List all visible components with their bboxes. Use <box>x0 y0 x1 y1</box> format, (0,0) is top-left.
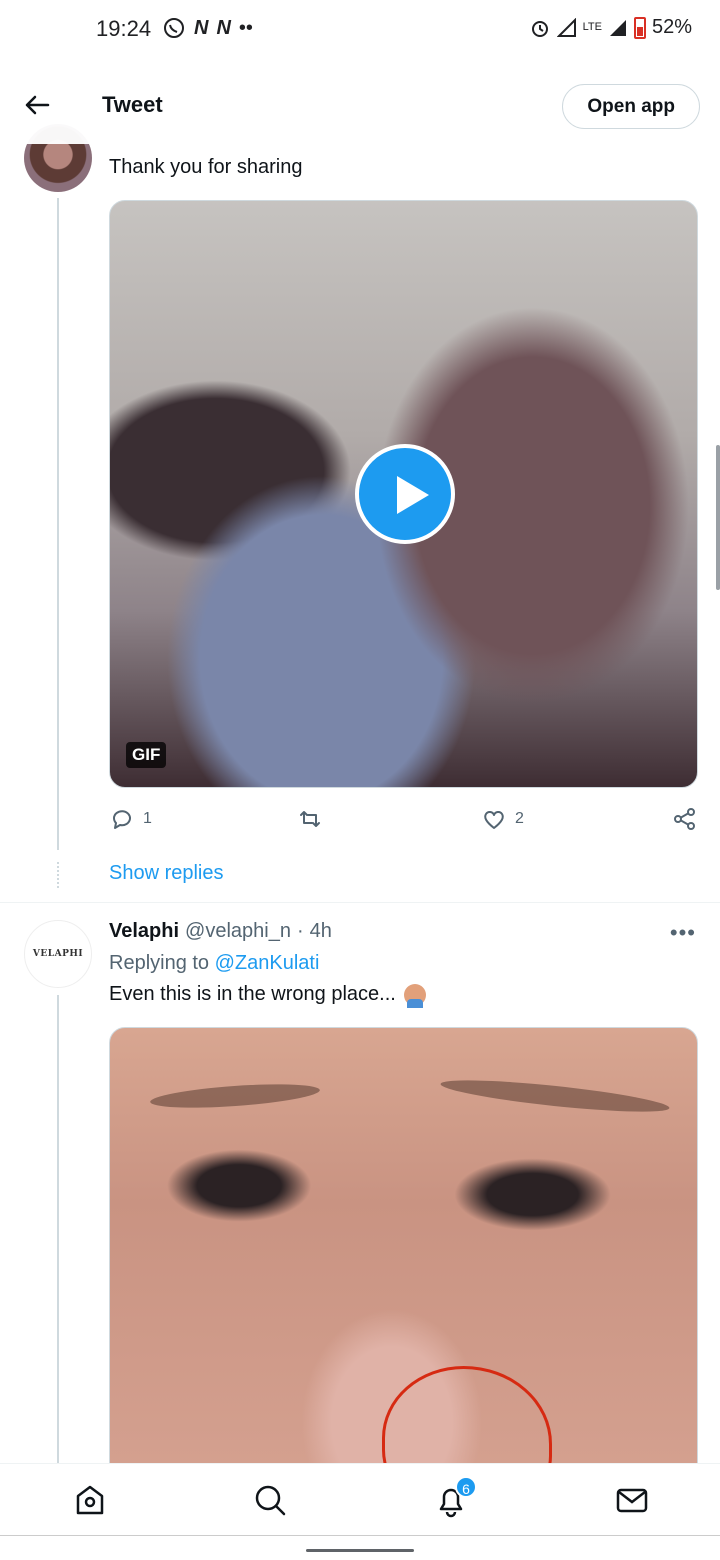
news-icon: N <box>216 17 231 39</box>
home-icon <box>76 1485 104 1515</box>
replying-to-label: Replying to <box>109 952 210 974</box>
lte-icon: LTE <box>582 21 602 33</box>
tweet-actions: 1 2 <box>109 806 698 834</box>
tweet-gif[interactable]: GIF <box>109 200 698 788</box>
signal-icon <box>609 19 626 36</box>
back-arrow-icon[interactable] <box>22 90 52 120</box>
reply-count: 1 <box>143 810 152 827</box>
reply-button[interactable]: 1 <box>109 806 152 832</box>
facepalm-emoji-icon <box>403 983 426 1008</box>
alarm-icon <box>531 20 548 37</box>
thread-dots <box>57 862 59 888</box>
status-bar: 19:24 N N •• LTE 52% <box>0 0 720 60</box>
open-app-button[interactable]: Open app <box>562 84 700 129</box>
bottom-navigation: 6 <box>0 1463 720 1535</box>
share-icon <box>674 808 695 830</box>
scrollbar[interactable] <box>716 445 720 590</box>
show-replies-link[interactable]: Show replies <box>109 862 224 885</box>
play-icon[interactable] <box>355 444 455 544</box>
tweet-image[interactable] <box>109 1027 698 1467</box>
notification-icons: N N •• <box>162 16 253 40</box>
retweet-icon <box>300 811 320 827</box>
reply-icon <box>113 810 131 829</box>
thread-line <box>57 995 59 1465</box>
tweet-text-content: Even this is in the wrong place... <box>109 983 396 1005</box>
gesture-handle[interactable] <box>0 1535 720 1560</box>
like-button[interactable]: 2 <box>481 806 524 832</box>
share-button[interactable] <box>672 806 698 832</box>
more-options-icon[interactable]: ••• <box>670 920 696 946</box>
messages-icon <box>616 1488 648 1513</box>
author-handle[interactable]: @velaphi_n <box>185 920 291 943</box>
page-title: Tweet <box>102 92 163 117</box>
top-bar: Tweet Open app <box>0 68 720 144</box>
replying-to: Replying to @ZanKulati <box>109 952 319 975</box>
status-time: 19:24 <box>96 16 152 41</box>
nav-home[interactable] <box>72 1482 108 1518</box>
tweet-time[interactable]: 4h <box>310 920 332 943</box>
avatar[interactable]: VELAPHI <box>24 920 92 988</box>
signal-icon <box>556 17 576 37</box>
like-count: 2 <box>515 810 524 827</box>
battery-icon <box>633 16 646 39</box>
retweet-button[interactable] <box>297 806 323 832</box>
gif-badge: GIF <box>126 742 167 768</box>
tweet-text: Even this is in the wrong place... <box>109 983 426 1008</box>
replying-to-handle[interactable]: @ZanKulati <box>215 952 320 974</box>
avatar-logo-text: VELAPHI <box>32 949 84 959</box>
tweet-text: Thank you for sharing <box>109 156 303 178</box>
nav-search[interactable] <box>252 1482 288 1518</box>
divider <box>0 902 720 903</box>
search-icon <box>255 1485 286 1516</box>
system-icons: LTE 52% <box>529 16 692 39</box>
more-dots-icon: •• <box>238 17 253 39</box>
whatsapp-icon <box>164 18 184 38</box>
author-name[interactable]: Velaphi <box>109 920 179 943</box>
nav-messages[interactable] <box>614 1482 650 1518</box>
red-circle-annotation <box>382 1366 552 1466</box>
tweet-header: Velaphi @velaphi_n · 4h <box>109 920 332 943</box>
eyebrow-shape <box>149 1080 321 1112</box>
news-icon: N <box>194 17 209 39</box>
heart-icon <box>484 811 504 829</box>
thread-line <box>57 198 59 850</box>
battery-percent: 52% <box>651 16 692 38</box>
separator: · <box>296 920 304 942</box>
eyebrow-shape <box>439 1074 671 1118</box>
nav-notifications[interactable]: 6 <box>433 1476 477 1518</box>
notification-badge: 6 <box>455 1476 477 1498</box>
